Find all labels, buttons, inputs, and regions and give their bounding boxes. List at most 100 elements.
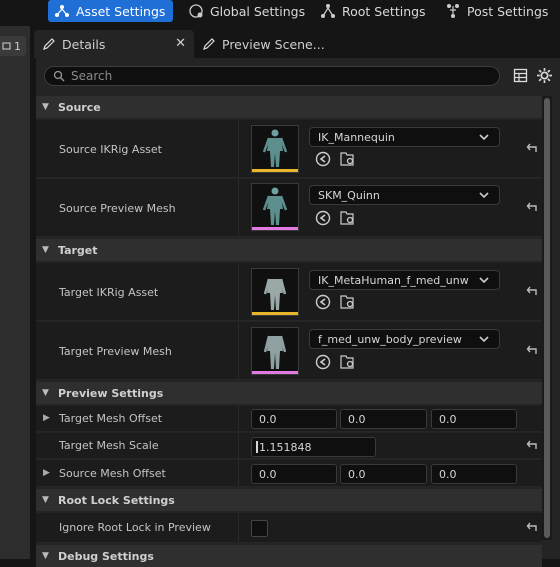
source-mesh-offset-label: Source Mesh Offset — [59, 467, 166, 480]
asset-type-bar — [252, 227, 298, 230]
target-offset-x-value: 0.0 — [259, 412, 277, 426]
target-mesh-row: Target Preview Mesh f_med_unw_body_previ… — [36, 322, 542, 380]
source-ikrig-thumbnail[interactable] — [251, 125, 299, 173]
mannequin-figure-icon — [262, 129, 288, 167]
chevron-down-icon — [479, 277, 489, 284]
post-settings-icon — [447, 4, 459, 18]
search-input[interactable]: Search — [44, 66, 500, 86]
root-settings-icon — [321, 4, 335, 18]
reset-to-default-icon[interactable] — [525, 285, 539, 299]
target-ikrig-label: Target IKRig Asset — [59, 286, 159, 299]
browse-asset-icon[interactable] — [340, 151, 356, 167]
asset-type-bar — [252, 312, 298, 315]
toolbar: Asset Settings Global Settings Root Sett… — [0, 0, 560, 26]
target-ikrig-value: IK_MetaHuman_f_med_unw — [318, 273, 469, 287]
collapse-arrow-icon: ▼ — [42, 388, 49, 398]
source-mesh-value: SKM_Quinn — [318, 188, 380, 202]
reset-to-default-icon[interactable] — [525, 142, 539, 156]
browse-asset-icon[interactable] — [340, 294, 356, 310]
text-caret — [256, 441, 258, 453]
target-mesh-value: f_med_unw_body_preview — [318, 332, 462, 346]
browse-asset-icon[interactable] — [340, 354, 356, 370]
target-offset-y-field[interactable]: 0.0 — [340, 409, 427, 429]
global-settings-button[interactable]: Global Settings — [188, 0, 305, 22]
target-mesh-scale-field[interactable]: 1.151848 — [251, 437, 376, 457]
global-settings-label: Global Settings — [210, 3, 306, 19]
section-debug-label: Debug Settings — [58, 549, 154, 563]
expand-arrow-icon[interactable]: ▶ — [43, 413, 50, 423]
ignore-root-lock-label: Ignore Root Lock in Preview — [59, 521, 211, 534]
pencil-icon — [43, 38, 55, 50]
target-mesh-scale-label: Target Mesh Scale — [59, 439, 159, 452]
collapse-arrow-icon: ▼ — [42, 551, 49, 561]
use-selected-icon[interactable] — [315, 151, 331, 167]
source-ikrig-combo[interactable]: IK_Mannequin — [309, 127, 500, 147]
section-source-label: Source — [58, 100, 101, 114]
section-target-label: Target — [58, 243, 98, 257]
asset-type-bar — [252, 169, 298, 172]
target-mesh-label: Target Preview Mesh — [59, 345, 172, 358]
post-settings-button[interactable]: Post Settings — [445, 0, 548, 22]
target-ikrig-combo[interactable]: IK_MetaHuman_f_med_unw — [309, 270, 500, 290]
source-ikrig-row: Source IKRig Asset IK_Mannequin — [36, 120, 542, 178]
section-debug-settings[interactable]: ▼ Debug Settings — [36, 545, 542, 567]
tab-preview-scene[interactable]: Preview Scene... — [198, 30, 398, 58]
source-mesh-thumbnail[interactable] — [251, 183, 299, 231]
source-offset-y-field[interactable]: 0.0 — [340, 464, 427, 484]
source-mesh-combo[interactable]: SKM_Quinn — [309, 185, 500, 205]
source-mesh-offset-row: ▶ Source Mesh Offset 0.0 0.0 0.0 — [36, 460, 542, 487]
left-collapsed-tab[interactable]: 1 — [0, 36, 26, 56]
collapse-arrow-icon: ▼ — [42, 102, 49, 112]
column-divider — [238, 120, 239, 177]
use-selected-icon[interactable] — [315, 294, 331, 310]
ignore-root-lock-checkbox[interactable] — [251, 520, 268, 537]
source-mesh-label: Source Preview Mesh — [59, 202, 176, 215]
target-mesh-combo[interactable]: f_med_unw_body_preview — [309, 329, 500, 349]
table-view-icon[interactable] — [513, 68, 528, 83]
left-panel-strip — [0, 26, 30, 559]
target-offset-z-value: 0.0 — [439, 412, 457, 426]
use-selected-icon[interactable] — [315, 210, 331, 226]
section-preview-settings[interactable]: ▼ Preview Settings — [36, 382, 542, 404]
source-offset-y-value: 0.0 — [348, 467, 366, 481]
reset-to-default-icon[interactable] — [525, 201, 539, 215]
browse-asset-icon[interactable] — [340, 210, 356, 226]
source-ikrig-label: Source IKRig Asset — [59, 143, 162, 156]
reset-to-default-icon[interactable] — [525, 344, 539, 358]
target-offset-z-field[interactable]: 0.0 — [431, 409, 517, 429]
source-offset-x-field[interactable]: 0.0 — [251, 464, 337, 484]
section-root-lock-settings[interactable]: ▼ Root Lock Settings — [36, 489, 542, 511]
asset-settings-icon — [55, 5, 69, 17]
reset-to-default-icon[interactable] — [525, 439, 539, 453]
source-offset-z-field[interactable]: 0.0 — [431, 464, 517, 484]
use-selected-icon[interactable] — [315, 354, 331, 370]
target-mesh-thumbnail[interactable] — [251, 327, 299, 375]
column-divider — [238, 263, 239, 320]
source-offset-x-value: 0.0 — [259, 467, 277, 481]
tab-details[interactable]: Details ✕ — [34, 30, 194, 58]
section-target[interactable]: ▼ Target — [36, 239, 542, 261]
collapse-arrow-icon: ▼ — [42, 495, 49, 505]
asset-settings-label: Asset Settings — [76, 3, 166, 19]
source-offset-z-value: 0.0 — [439, 467, 457, 481]
search-icon — [53, 70, 65, 82]
target-offset-x-field[interactable]: 0.0 — [251, 409, 337, 429]
target-ikrig-thumbnail[interactable] — [251, 268, 299, 316]
close-icon[interactable]: ✕ — [175, 36, 186, 51]
gear-icon[interactable] — [536, 67, 553, 84]
root-settings-button[interactable]: Root Settings — [320, 0, 426, 22]
section-source[interactable]: ▼ Source — [36, 96, 542, 118]
post-settings-label: Post Settings — [467, 3, 549, 19]
chevron-down-icon — [479, 192, 489, 199]
target-ikrig-row: Target IKRig Asset IK_MetaHuman_f_med_un… — [36, 263, 542, 321]
expand-arrow-icon[interactable]: ▶ — [43, 468, 50, 478]
target-mesh-offset-row: ▶ Target Mesh Offset 0.0 0.0 0.0 — [36, 406, 542, 432]
reset-to-default-icon[interactable] — [525, 521, 539, 535]
target-mesh-scale-row: Target Mesh Scale 1.151848 — [36, 433, 542, 459]
left-tab-count: 1 — [14, 39, 21, 53]
panel-tabs: Details ✕ Preview Scene... — [30, 30, 560, 58]
asset-settings-button[interactable]: Asset Settings — [48, 0, 174, 22]
scrollbar-thumb[interactable] — [544, 98, 550, 538]
section-preview-settings-label: Preview Settings — [58, 386, 164, 400]
root-settings-label: Root Settings — [342, 3, 426, 19]
